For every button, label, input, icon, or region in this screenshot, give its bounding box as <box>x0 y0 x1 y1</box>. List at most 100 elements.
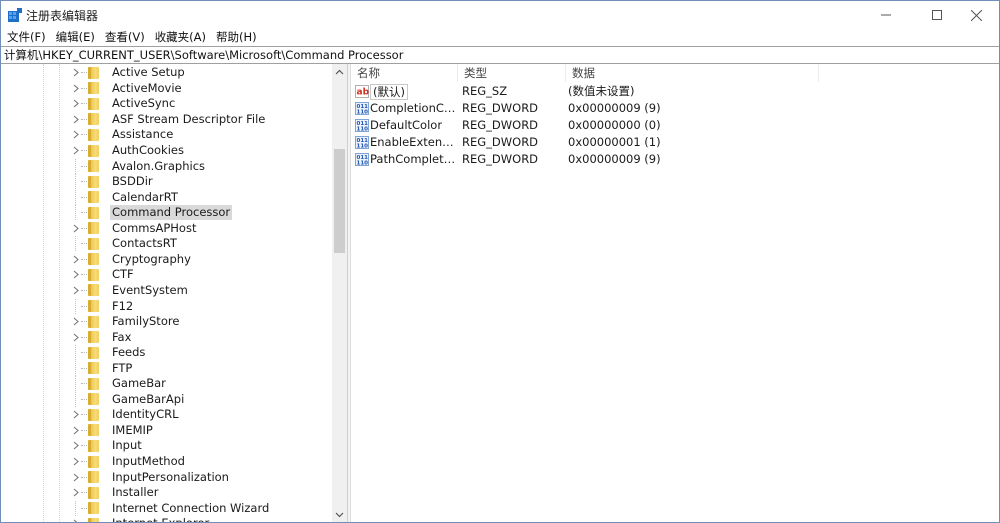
tree-item[interactable]: Cryptography <box>71 252 331 268</box>
expand-chevron-icon[interactable] <box>71 314 80 329</box>
tree-item[interactable]: ActiveSync <box>71 96 331 112</box>
tree-item-label[interactable]: F12 <box>110 299 135 314</box>
tree-item[interactable]: ActiveMovie <box>71 81 331 97</box>
tree-vertical-scrollbar[interactable] <box>332 64 347 522</box>
expand-chevron-icon[interactable] <box>71 81 80 96</box>
tree-item-label[interactable]: Command Processor <box>110 205 233 221</box>
tree-item[interactable]: AuthCookies <box>71 143 331 159</box>
expand-chevron-icon[interactable] <box>71 283 80 298</box>
tree-item[interactable]: GameBarApi <box>71 391 331 408</box>
tree-item-label[interactable]: ASF Stream Descriptor File <box>110 112 267 127</box>
tree-item[interactable]: CommsAPHost <box>71 221 331 237</box>
expand-chevron-icon[interactable] <box>71 330 80 345</box>
folder-icon <box>88 113 99 126</box>
tree-item[interactable]: Installer <box>71 485 331 501</box>
column-header-data[interactable]: 数据 <box>566 64 819 82</box>
tree-item-label[interactable]: GameBarApi <box>110 392 186 407</box>
tree-item-label[interactable]: Internet Connection Wizard <box>110 501 271 516</box>
column-header-type[interactable]: 类型 <box>458 64 566 82</box>
expand-chevron-icon[interactable] <box>71 454 80 469</box>
address-bar[interactable]: 计算机\HKEY_CURRENT_USER\Software\Microsoft… <box>1 46 999 64</box>
tree-item[interactable]: IdentityCRL <box>71 407 331 423</box>
tree-item-label[interactable]: FamilyStore <box>110 314 181 329</box>
tree-item[interactable]: InputPersonalization <box>71 469 331 485</box>
minimize-button[interactable] <box>863 1 909 29</box>
tree-item-label[interactable]: Feeds <box>110 345 147 360</box>
tree-item[interactable]: EventSystem <box>71 283 331 299</box>
tree-item[interactable]: ASF Stream Descriptor File <box>71 112 331 128</box>
tree-item[interactable]: Assistance <box>71 127 331 143</box>
value-row[interactable]: 011 110 CompletionChar REG_DWORD 0x00000009 … <box>351 100 764 117</box>
tree-item[interactable]: F12 <box>71 298 331 314</box>
value-row[interactable]: ab (默认) REG_SZ (数值未设置) <box>351 83 764 100</box>
tree-item[interactable]: Active Setup <box>71 65 331 81</box>
tree-item-label[interactable]: Internet Explorer <box>110 516 211 522</box>
expand-chevron-icon[interactable] <box>71 96 80 111</box>
tree-item[interactable]: Command Processor <box>71 205 331 221</box>
tree-item-label[interactable]: InputPersonalization <box>110 470 231 485</box>
tree-item-label[interactable]: InputMethod <box>110 454 187 469</box>
tree-item[interactable]: Fax <box>71 329 331 345</box>
expand-chevron-icon[interactable] <box>71 112 80 127</box>
tree-item[interactable]: GameBar <box>71 376 331 392</box>
tree-item-label[interactable]: IdentityCRL <box>110 407 181 422</box>
tree-item[interactable]: Input <box>71 438 331 454</box>
tree-item[interactable]: CalendarRT <box>71 189 331 205</box>
expand-chevron-icon[interactable] <box>71 470 80 485</box>
tree-item-label[interactable]: Active Setup <box>110 65 187 80</box>
scroll-thumb[interactable] <box>334 149 345 253</box>
close-button[interactable] <box>953 1 999 29</box>
tree-item-label[interactable]: Installer <box>110 485 160 500</box>
value-row[interactable]: 011110EnableExtensio... REG_DWORD 0x000000… <box>351 134 764 151</box>
menu-help[interactable]: 帮助(H) <box>211 29 262 46</box>
tree-item[interactable]: Internet Connection Wizard <box>71 500 331 516</box>
expand-chevron-icon[interactable] <box>71 516 80 522</box>
tree-item[interactable]: ContactsRT <box>71 236 331 252</box>
expand-chevron-icon[interactable] <box>71 252 80 267</box>
scroll-down-button[interactable] <box>332 507 347 522</box>
expand-chevron-icon[interactable] <box>71 485 80 500</box>
tree-item-label[interactable]: AuthCookies <box>110 143 186 158</box>
tree-item-label[interactable]: ContactsRT <box>110 236 179 251</box>
tree-item[interactable]: CTF <box>71 267 331 283</box>
tree-item-label[interactable]: CalendarRT <box>110 190 180 205</box>
tree-item[interactable]: Avalon.Graphics <box>71 158 331 174</box>
value-row[interactable]: 011 110 PathCompletio... REG_DWORD 0x0000000… <box>351 151 764 168</box>
value-row[interactable]: 011 110 DefaultColor REG_DWORD 0x00000000 (0… <box>351 117 764 134</box>
menu-edit[interactable]: 编辑(E) <box>51 29 100 46</box>
expand-chevron-icon[interactable] <box>71 127 80 142</box>
tree-item[interactable]: InputMethod <box>71 454 331 470</box>
expand-chevron-icon[interactable] <box>71 143 80 158</box>
menu-favorites[interactable]: 收藏夹(A) <box>150 29 211 46</box>
tree-item[interactable]: Internet Explorer <box>71 516 331 522</box>
tree-item[interactable]: Feeds <box>71 345 331 361</box>
tree-item-label[interactable]: IMEMIP <box>110 423 155 438</box>
tree-item-label[interactable]: FTP <box>110 361 134 376</box>
tree-item-label[interactable]: ActiveMovie <box>110 81 184 96</box>
tree-item[interactable]: IMEMIP <box>71 423 331 439</box>
expand-chevron-icon[interactable] <box>71 65 80 80</box>
tree-item-label[interactable]: GameBar <box>110 376 168 391</box>
expand-chevron-icon[interactable] <box>71 407 80 422</box>
tree-item-label[interactable]: ActiveSync <box>110 96 177 111</box>
expand-chevron-icon[interactable] <box>71 438 80 453</box>
tree-item-label[interactable]: CommsAPHost <box>110 221 198 236</box>
menu-file[interactable]: 文件(F) <box>1 29 51 46</box>
tree-item[interactable]: BSDDir <box>71 174 331 190</box>
tree-item-label[interactable]: CTF <box>110 267 136 282</box>
tree-item-label[interactable]: Avalon.Graphics <box>110 159 207 174</box>
expand-chevron-icon[interactable] <box>71 221 80 236</box>
scroll-up-button[interactable] <box>332 64 347 79</box>
column-header-name[interactable]: 名称 <box>351 64 458 82</box>
tree-item-label[interactable]: Fax <box>110 330 133 345</box>
tree-item[interactable]: FTP <box>71 360 331 376</box>
tree-item-label[interactable]: Input <box>110 438 144 453</box>
menu-view[interactable]: 查看(V) <box>100 29 150 46</box>
tree-item[interactable]: FamilyStore <box>71 314 331 330</box>
expand-chevron-icon[interactable] <box>71 423 80 438</box>
tree-item-label[interactable]: BSDDir <box>110 174 155 189</box>
expand-chevron-icon[interactable] <box>71 267 80 282</box>
tree-item-label[interactable]: EventSystem <box>110 283 190 298</box>
tree-item-label[interactable]: Assistance <box>110 127 175 142</box>
tree-item-label[interactable]: Cryptography <box>110 252 193 267</box>
